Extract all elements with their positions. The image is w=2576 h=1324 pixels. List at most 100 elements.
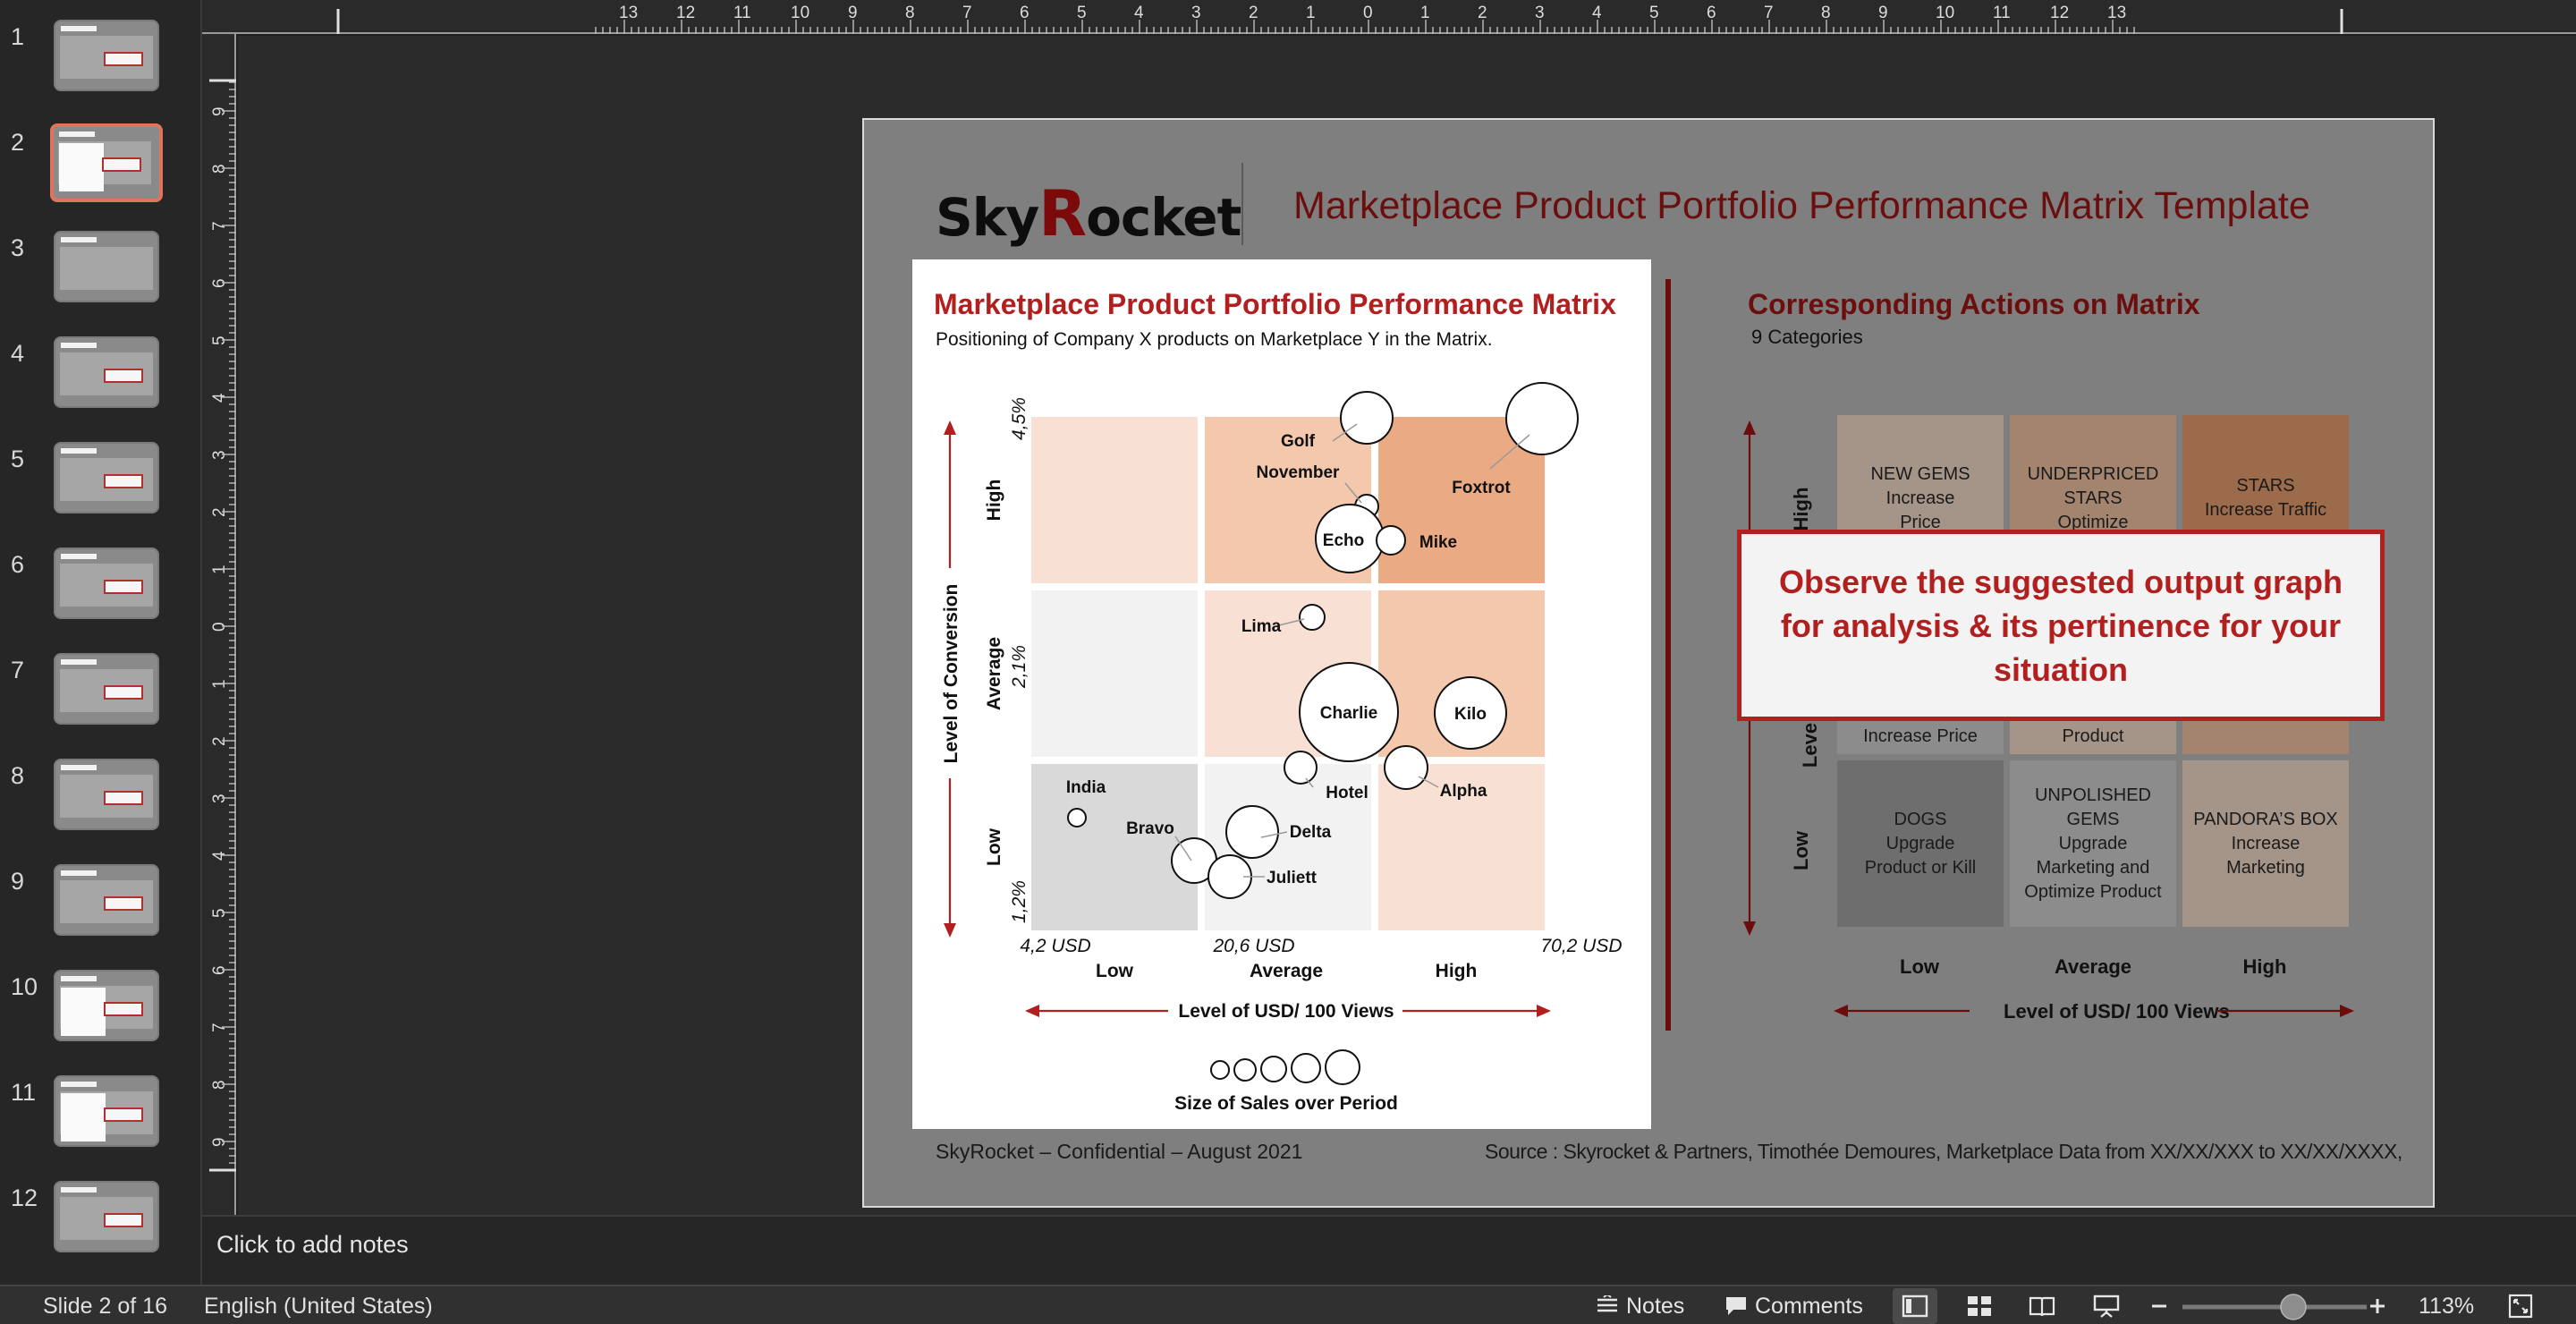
thumbnail-image[interactable] (54, 970, 159, 1041)
slide-thumbnail-4[interactable]: 4 (0, 336, 200, 417)
slide-thumbnail-3[interactable]: 3 (0, 231, 200, 311)
comment-icon (1726, 1297, 1746, 1315)
thumbnail-image[interactable] (54, 20, 159, 91)
slide-thumbnail-9[interactable]: 9 (0, 864, 200, 945)
zoom-slider[interactable] (2182, 1292, 2367, 1322)
thumbnail-callout (102, 157, 141, 172)
slide-thumbnail-10[interactable]: 10 (0, 970, 200, 1050)
normal-view-icon (1902, 1294, 1928, 1318)
plus-icon (2370, 1299, 2385, 1313)
slide-thumbnail-2[interactable]: 2 (0, 123, 200, 206)
thumbnail-callout (104, 474, 143, 488)
thumbnail-image[interactable] (54, 442, 159, 513)
notes-button[interactable]: Notes (1596, 1290, 1684, 1322)
thumbnail-image[interactable] (54, 231, 159, 302)
slide-thumbnail-11[interactable]: 11 (0, 1075, 200, 1156)
thumbnail-callout (104, 685, 143, 700)
slide-thumbnail-1[interactable]: 1 (0, 20, 200, 100)
x-value-label: 4,2 USD (1020, 936, 1090, 956)
skyrocket-logo: SkyRocket (936, 177, 1241, 250)
ruler-label: 12 (2050, 4, 2069, 22)
bubble-label: Golf (1281, 432, 1316, 451)
notes-placeholder[interactable]: Click to add notes (216, 1231, 409, 1259)
thumbnail-image[interactable] (54, 864, 159, 936)
notes-pane[interactable]: Click to add notes (202, 1215, 2576, 1285)
arrow-head (2340, 1005, 2354, 1017)
status-bar: Slide 2 of 16 English (United States) No… (0, 1285, 2576, 1324)
thumbnail-image[interactable] (54, 653, 159, 725)
zoom-percentage[interactable]: 113% (2419, 1294, 2474, 1320)
thumbnail-callout (104, 896, 143, 911)
ruler-label: 9 (1878, 4, 1888, 22)
y-level-label: Low (984, 828, 1004, 866)
matrix-panel[interactable]: Marketplace Product Portfolio Performanc… (912, 259, 1651, 1129)
comments-button[interactable]: Comments (1724, 1290, 1863, 1322)
slide-thumbnail-5[interactable]: 5 (0, 442, 200, 522)
thumbnail-logo (61, 237, 97, 242)
ruler-label: 8 (210, 164, 229, 174)
bubble-india (1067, 808, 1087, 828)
arrow-head (1025, 1005, 1039, 1017)
ruler-label: 7 (210, 221, 229, 231)
thumbnail-image[interactable] (54, 1181, 159, 1252)
arrow-head (1743, 921, 1756, 936)
thumbnail-logo (61, 659, 97, 665)
slide-thumbnail-6[interactable]: 6 (0, 547, 200, 628)
language-indicator[interactable]: English (United States) (204, 1294, 433, 1320)
slideshow-button[interactable] (2084, 1288, 2129, 1324)
ruler-label: 5 (210, 335, 229, 345)
ruler-label: 0 (1363, 4, 1373, 22)
slide-counter: Slide 2 of 16 (43, 1294, 167, 1319)
slide-thumbnail-12[interactable]: 12 (0, 1181, 200, 1261)
footer-source: Source : Skyrocket & Partners, Timothée … (1485, 1140, 2402, 1163)
thumbnail-logo (61, 554, 97, 559)
zoom-out-button[interactable] (2150, 1290, 2168, 1322)
thumbnail-image[interactable] (50, 123, 163, 202)
x-level-label: Average (1250, 961, 1323, 981)
ruler-label: 8 (1821, 4, 1831, 22)
slide-2[interactable]: SkyRocket Marketplace Product Portfolio … (862, 118, 2435, 1208)
action-y-axis-title: Leve (1799, 722, 1821, 768)
x-value-label: 70,2 USD (1540, 936, 1622, 956)
normal-view-button[interactable] (1893, 1288, 1937, 1324)
slide-title[interactable]: Marketplace Product Portfolio Performanc… (1293, 184, 2310, 228)
bubble-label: Hotel (1326, 784, 1368, 802)
slide-sorter-button[interactable] (1957, 1288, 2002, 1324)
action-cell: UNPOLISHED GEMS Upgrade Marketing and Op… (2010, 760, 2176, 927)
thumbnail-image[interactable] (54, 336, 159, 408)
horizontal-ruler-ticks: 13 12 11 10 9 8 7 6 5 4 3 2 1 0 1 2 3 4 5 6 7 8 9 10 11 12 13 (336, 4, 2343, 34)
action-x-level: High (2242, 955, 2287, 978)
slide-thumbnail-8[interactable]: 8 (0, 759, 200, 839)
fit-to-window-button[interactable] (2508, 1290, 2533, 1322)
callout-box[interactable]: Observe the suggested output graph for a… (1737, 530, 2385, 721)
thumbnail-image[interactable] (54, 759, 159, 830)
ruler-label: 2 (1478, 4, 1487, 22)
ruler-label: 11 (1993, 4, 2011, 22)
y-level-label: High (984, 480, 1004, 522)
zoom-in-button[interactable] (2368, 1290, 2386, 1322)
slide-thumbnail-panel[interactable]: 1 2 3 4 5 6 7 8 9 10 11 12 (0, 0, 202, 1285)
size-legend-circle (1210, 1060, 1230, 1080)
comments-label: Comments (1755, 1293, 1863, 1319)
thumbnail-number: 12 (11, 1184, 38, 1211)
ruler-label: 12 (676, 4, 695, 22)
slide-canvas[interactable]: SkyRocket Marketplace Product Portfolio … (238, 36, 2576, 1215)
thumbnail-image[interactable] (54, 1075, 159, 1147)
thumbnail-image[interactable] (54, 547, 159, 619)
arrow-head (944, 420, 956, 435)
action-x-axis-title: Level of USD/ 100 Views (2004, 1000, 2230, 1023)
reading-view-icon (2029, 1296, 2055, 1317)
slide-thumbnail-7[interactable]: 7 (0, 653, 200, 734)
reading-view-button[interactable] (2020, 1288, 2064, 1324)
arrow-head (1537, 1005, 1551, 1017)
ruler-label: 4 (1592, 4, 1602, 22)
action-y-level: Low (1790, 831, 1812, 870)
vertical-ruler: 9876543210123456789 (202, 34, 236, 1215)
title-divider (1241, 163, 1243, 245)
minus-icon (2152, 1304, 2166, 1308)
zoom-slider-thumb[interactable] (2280, 1294, 2307, 1320)
matrix-cell (1031, 764, 1198, 930)
bubble-alpha (1384, 745, 1428, 790)
ruler-label: 7 (1764, 4, 1774, 22)
powerpoint-window: 1 2 3 4 5 6 7 8 9 10 11 12 13 12 11 10 9 8 7 6 5 4 3 2 1 0 1 2 3 4 5 6… (0, 0, 2576, 1324)
